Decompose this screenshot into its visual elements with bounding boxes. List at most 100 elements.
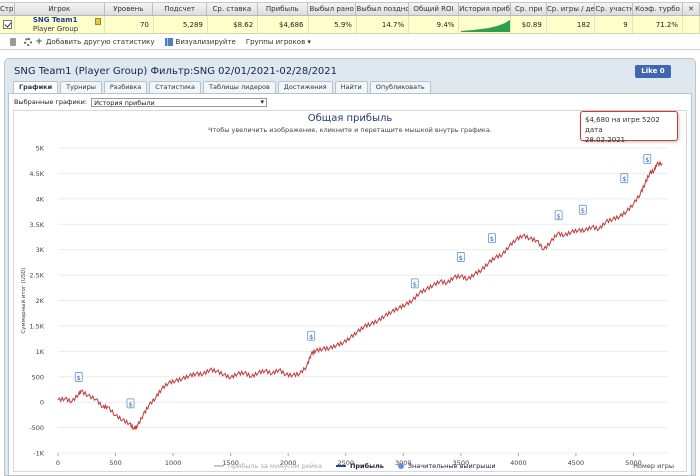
tab-graphs[interactable]: Графики — [13, 81, 59, 93]
early-cell: 5.9% — [309, 16, 357, 33]
player-groups-dropdown[interactable]: Группы игроков ▾ — [246, 38, 311, 46]
legend-swatch-rake — [214, 465, 224, 467]
col-header-late[interactable]: Выбыл поздно — [356, 3, 409, 15]
participants-cell: 9 — [595, 16, 633, 33]
col-header-count[interactable]: Подсчет — [153, 3, 208, 15]
tooltip-line-2: 28.02.2021 — [585, 136, 626, 144]
col-header-roi[interactable]: Общий ROI — [409, 3, 460, 15]
panel-title: SNG Team1 (Player Group) Фильтр:SNG 02/0… — [14, 66, 338, 77]
legend-label-profit: Прибыль — [349, 462, 384, 470]
player-name[interactable]: SNG Team1 — [33, 16, 101, 25]
tab-breakdown[interactable]: Разбивка — [103, 81, 148, 93]
col-header-level[interactable]: Уровень — [105, 3, 154, 15]
big-win-label: $ — [413, 280, 417, 288]
y-axis-title: Суммарный итог (USD) — [20, 267, 27, 333]
big-win-label: $ — [622, 175, 626, 183]
y-tick-label: 4.5K — [29, 170, 44, 178]
level-cell: 70 — [105, 16, 154, 33]
profit-series-line — [57, 160, 663, 431]
chart-container[interactable]: -1K -500 0 500 1K 1.5K 2K 2.5K 3K 3.5K 4K 4.5K 5K 0 50… — [13, 110, 687, 472]
profit-sparkline — [461, 19, 511, 32]
turbo-cell: 71.2% — [633, 16, 683, 33]
y-tick-label: -1K — [33, 450, 44, 458]
chart-tooltip: $4,680 на игре 5202 дата 28.02.2021 — [580, 111, 678, 144]
count-cell: 5,289 — [154, 16, 208, 33]
col-header-participants[interactable]: Ср. участни — [595, 3, 633, 15]
x-tick-label: 0 — [56, 459, 60, 467]
y-tick-label: -500 — [29, 424, 44, 432]
tab-content: Выбранные графики: История прибыли -1K -5… — [8, 93, 692, 476]
legend-label-bigwins: Значительные выигрыши — [407, 462, 496, 470]
like-label: Like 0 — [641, 67, 665, 75]
big-win-label: $ — [309, 333, 313, 341]
x-tick-label: 500 — [109, 459, 121, 467]
visualize-button[interactable]: Визуализируйте — [164, 38, 236, 46]
col-header-page[interactable]: Стр. — [0, 3, 15, 15]
row-checkbox[interactable] — [3, 20, 12, 29]
row-checkbox-cell — [0, 16, 15, 33]
big-win-label: $ — [459, 254, 463, 262]
y-tick-label: 3K — [36, 246, 45, 254]
row-empty-cell — [683, 16, 700, 33]
col-header-profit[interactable]: Прибыль — [258, 3, 308, 15]
note-icon[interactable] — [94, 18, 101, 25]
profit-cell: $4,686 — [258, 16, 309, 33]
legend-item-rake[interactable]: Прибыль за минусом рейка — [214, 462, 322, 470]
legend-swatch-profit — [335, 465, 346, 467]
graph-select-row: Выбранные графики: История прибыли — [14, 97, 268, 107]
legend-swatch-bigwins — [397, 463, 404, 469]
roi-cell: 9.4% — [409, 16, 460, 33]
x-tick-label: 4000 — [510, 459, 527, 467]
col-header-profit-history[interactable]: История прибыли — [459, 3, 512, 15]
col-header-avg-stake[interactable]: Ср. ставка — [207, 3, 258, 15]
legend-item-profit[interactable]: Прибыль — [335, 462, 384, 470]
stats-table: Стр. Игрок Уровень Подсчет Ср. ставка Пр… — [0, 0, 700, 50]
player-group: Player Group — [32, 25, 79, 33]
y-tick-label: 1K — [36, 348, 45, 356]
big-win-label: $ — [581, 207, 585, 215]
graph-select[interactable]: История прибыли — [91, 97, 268, 107]
gear-icon[interactable] — [24, 38, 32, 46]
big-win-label: $ — [645, 156, 649, 164]
stats-header-row: Стр. Игрок Уровень Подсчет Ср. ставка Пр… — [0, 2, 700, 16]
games-per-day-cell: 182 — [547, 16, 596, 33]
table-row[interactable]: SNG Team1 Player Group 70 5,289 $8.62 $4… — [0, 16, 700, 34]
profit-chart[interactable]: -1K -500 0 500 1K 1.5K 2K 2.5K 3K 3.5K 4K 4.5K 5K 0 50… — [14, 111, 688, 473]
tab-leaderboards[interactable]: Таблицы лидеров — [203, 81, 276, 93]
col-header-close[interactable]: ✕ — [683, 3, 700, 15]
legend-label-rake: Прибыль за минусом рейка — [228, 462, 322, 470]
tooltip-line-1: $4,680 на игре 5202 дата — [585, 116, 660, 134]
tab-publish[interactable]: Опубликовать — [369, 81, 431, 93]
x-tick-label: 4500 — [568, 459, 585, 467]
stats-toolbar: + Добавить другую статистику Визуализиру… — [0, 36, 700, 48]
y-tick-label: 500 — [32, 373, 44, 381]
tab-find[interactable]: Найти — [334, 81, 368, 93]
tab-achievements[interactable]: Достижения — [277, 81, 333, 93]
col-header-avg-profit[interactable]: Ср. при — [511, 3, 547, 15]
y-tick-label: 4K — [36, 195, 45, 203]
player-cell[interactable]: SNG Team1 Player Group — [15, 16, 106, 33]
player-groups-label: Группы игроков ▾ — [245, 38, 311, 46]
big-win-label: $ — [77, 374, 81, 382]
legend-item-bigwins[interactable]: Значительные выигрыши — [397, 462, 496, 470]
big-win-label: $ — [557, 212, 561, 220]
col-header-games-per-day[interactable]: Ср. игры / день — [547, 3, 596, 15]
tab-statistics[interactable]: Статистика — [149, 81, 201, 93]
y-tick-label: 1.5K — [29, 322, 44, 330]
tab-tournaments[interactable]: Турниры — [60, 81, 102, 93]
chart-legend: Прибыль за минусом рейка Прибыль Значите… — [214, 462, 510, 470]
y-tick-label: 2.5K — [29, 272, 44, 280]
trash-icon[interactable] — [10, 38, 16, 46]
avg-stake-cell: $8.62 — [208, 16, 259, 33]
col-header-player[interactable]: Игрок — [15, 3, 105, 15]
col-header-turbo[interactable]: Коэф. турбо — [633, 3, 684, 15]
y-tick-label: 3.5K — [29, 221, 44, 229]
facebook-like-button[interactable]: Like 0 — [635, 65, 671, 78]
avg-profit-cell: $0.89 — [511, 16, 547, 33]
add-stat-button[interactable]: + Добавить другую статистику — [35, 38, 154, 47]
y-tick-label: 2K — [36, 297, 45, 305]
tab-bar: Графики Турниры Разбивка Статистика Табл… — [13, 81, 433, 93]
col-header-early[interactable]: Выбыл рано — [308, 3, 357, 15]
graph-select-label: Выбранные графики: — [14, 98, 88, 106]
big-win-label: $ — [490, 235, 494, 243]
